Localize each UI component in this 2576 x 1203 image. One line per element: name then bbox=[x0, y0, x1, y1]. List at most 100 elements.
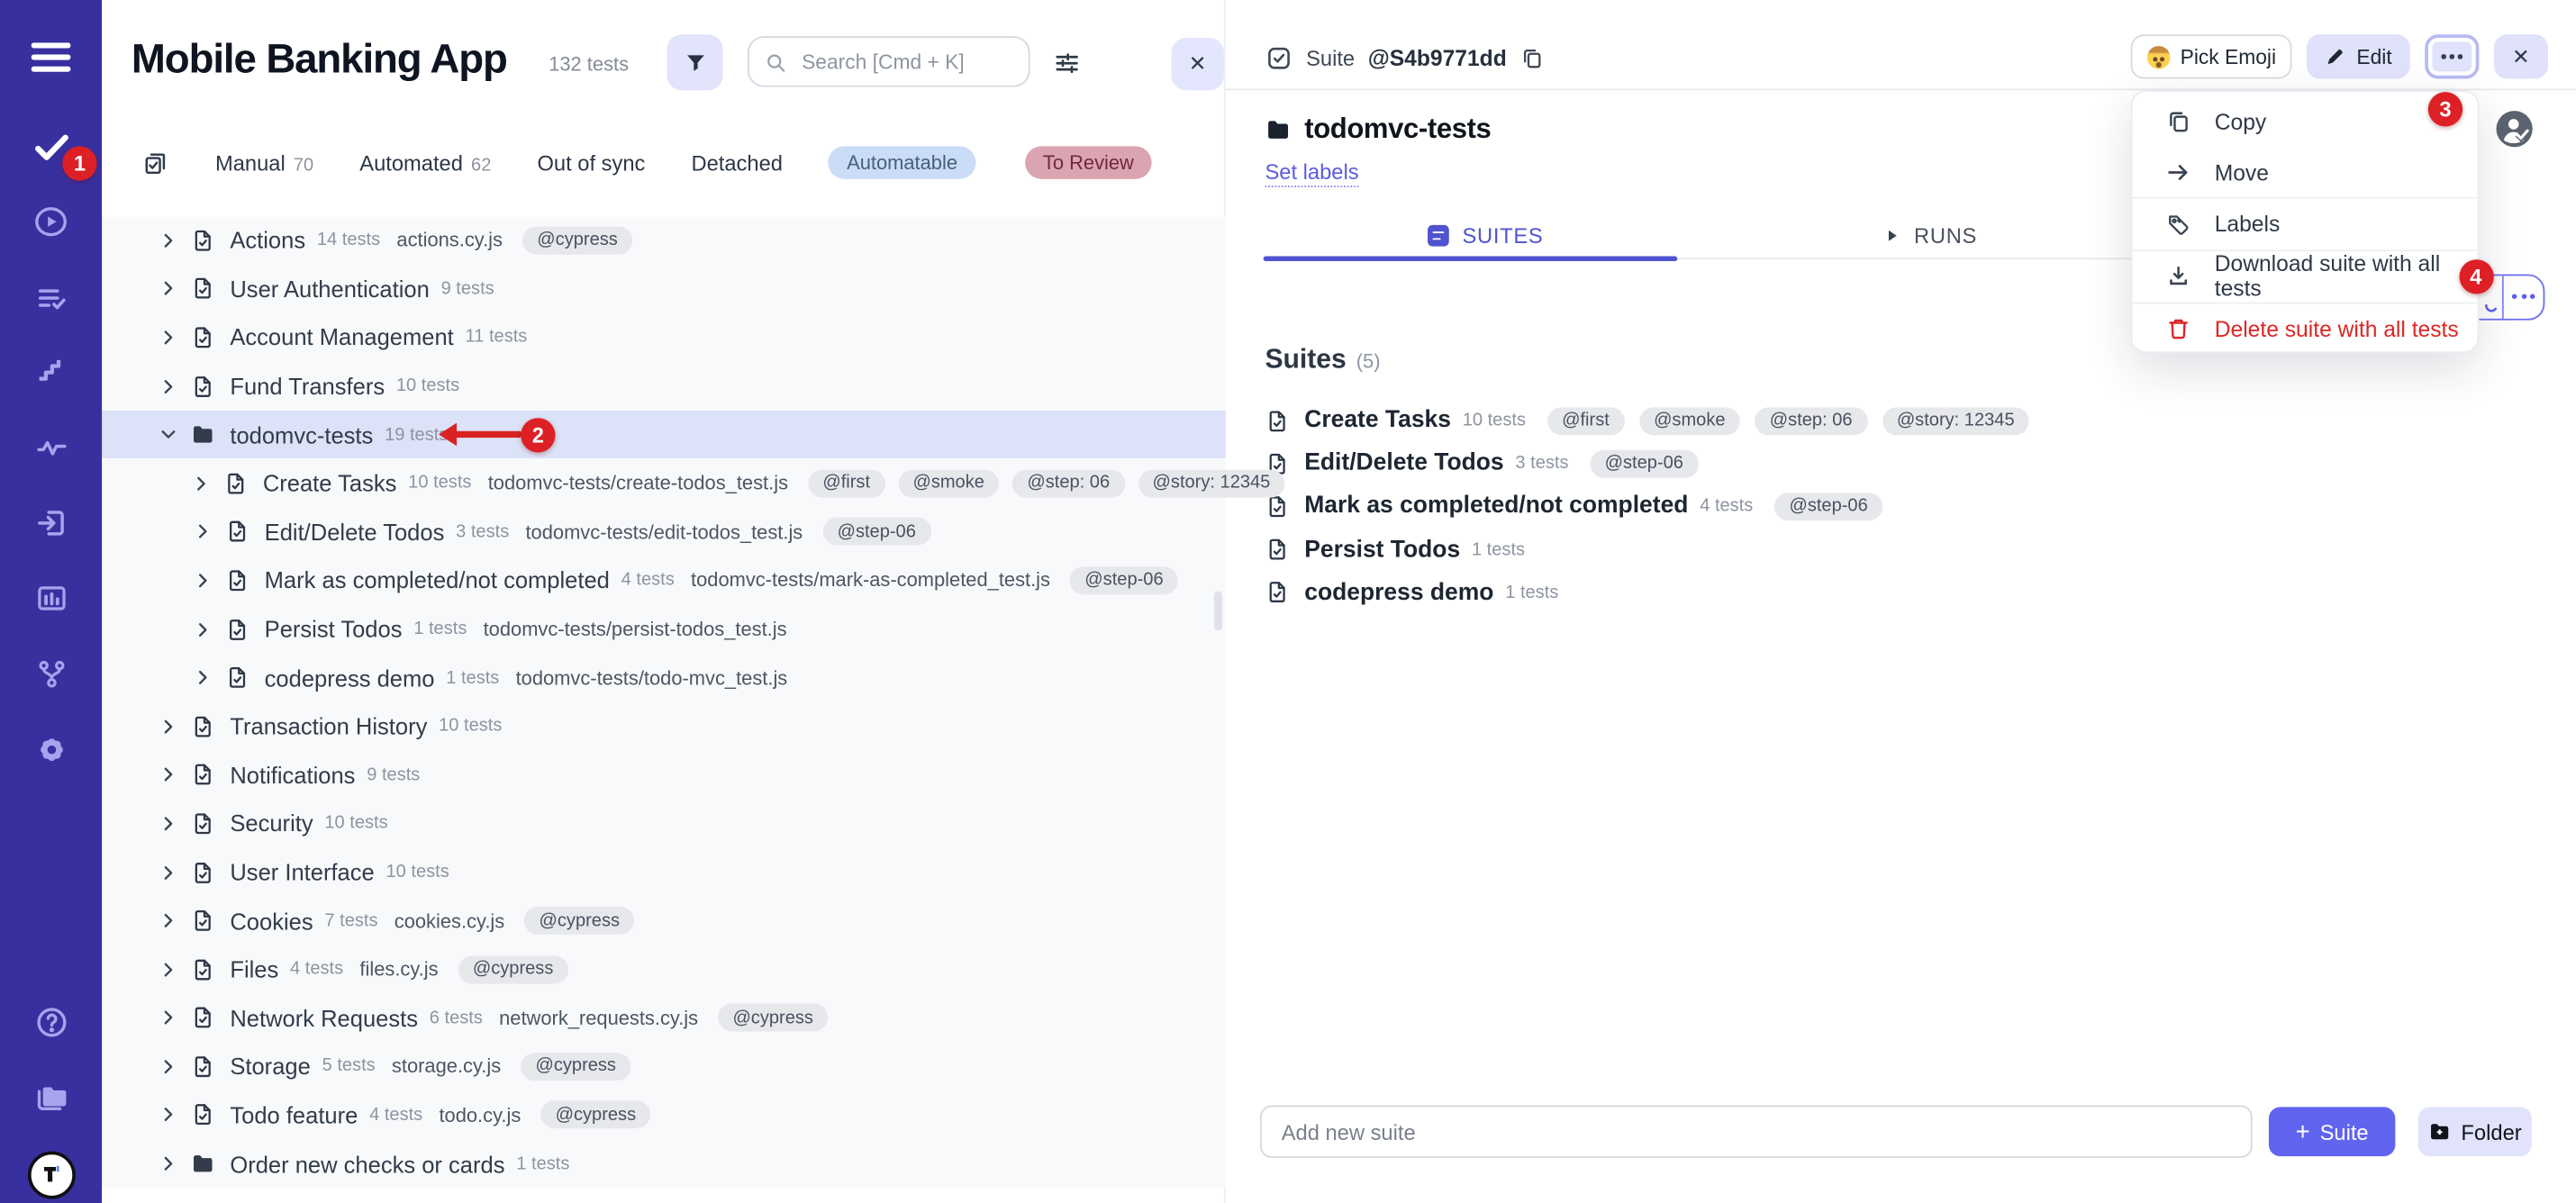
pick-emoji-button[interactable]: Pick Emoji bbox=[2131, 34, 2292, 78]
tag-pill[interactable]: @cypress bbox=[524, 907, 634, 935]
tag-pill[interactable]: @cypress bbox=[718, 1004, 828, 1032]
more-options-button[interactable] bbox=[2425, 34, 2479, 78]
tree-row-todomvc-tests[interactable]: todomvc-tests19 tests2 bbox=[102, 411, 1226, 459]
chevron-right-icon[interactable] bbox=[158, 1154, 177, 1172]
suite-row-edit-delete-todos[interactable]: Edit/Delete Todos3 tests@step-06 bbox=[1265, 442, 2316, 485]
rail-settings-gear-icon[interactable] bbox=[0, 724, 102, 773]
rail-reports-chart-icon[interactable] bbox=[0, 574, 102, 623]
tag-pill[interactable]: @step: 06 bbox=[1012, 469, 1125, 497]
menu-item-labels[interactable]: Labels bbox=[2133, 199, 2478, 249]
close-panel-button[interactable]: ✕ bbox=[1171, 38, 1223, 90]
filter-tab-out-of-sync[interactable]: Out of sync bbox=[537, 150, 645, 175]
filter-tab-automated[interactable]: Automated62 bbox=[359, 150, 491, 175]
chevron-right-icon[interactable] bbox=[158, 1057, 177, 1075]
tag-pill[interactable]: @story: 12345 bbox=[1138, 469, 1285, 497]
tag-pill[interactable]: @smoke bbox=[898, 469, 999, 497]
search-box[interactable] bbox=[748, 36, 1030, 87]
filter-pill-to-review[interactable]: To Review bbox=[1025, 146, 1152, 178]
tag-pill[interactable]: @cypress bbox=[522, 226, 632, 254]
suite-row-mark-as-completed-not-completed[interactable]: Mark as completed/not completed4 tests@s… bbox=[1265, 485, 2316, 529]
filter-tab-detached[interactable]: Detached bbox=[691, 150, 783, 175]
tree-row-user-authentication[interactable]: User Authentication9 tests bbox=[102, 265, 1226, 313]
tag-pill[interactable]: @step-06 bbox=[1774, 493, 1882, 520]
tree-row-security[interactable]: Security10 tests bbox=[102, 800, 1226, 848]
add-suite-input[interactable] bbox=[1260, 1106, 2253, 1158]
toolbar-ellipsis-segment[interactable] bbox=[2504, 276, 2544, 318]
chevron-right-icon[interactable] bbox=[158, 329, 177, 347]
suite-row-persist-todos[interactable]: Persist Todos1 tests bbox=[1265, 529, 2316, 572]
user-avatar[interactable] bbox=[2496, 110, 2534, 148]
chevron-right-icon[interactable] bbox=[192, 523, 212, 541]
chevron-right-icon[interactable] bbox=[158, 960, 177, 978]
search-input[interactable] bbox=[798, 49, 1013, 75]
tag-pill[interactable]: @smoke bbox=[1639, 407, 1740, 435]
rail-milestones-stairs-icon[interactable] bbox=[0, 347, 102, 396]
view-settings-button[interactable] bbox=[1041, 38, 1091, 87]
tree-row-cookies[interactable]: Cookies7 testscookies.cy.js@cypress bbox=[102, 897, 1226, 945]
tree-row-order-new-checks-or-cards[interactable]: Order new checks or cards1 tests bbox=[102, 1139, 1226, 1188]
tree-scrollbar[interactable] bbox=[1214, 592, 1221, 631]
rail-analytics-pulse-icon[interactable] bbox=[0, 422, 102, 472]
rail-menu-icon[interactable] bbox=[0, 32, 102, 82]
tree-row-edit-delete-todos[interactable]: Edit/Delete Todos3 teststodomvc-tests/ed… bbox=[102, 508, 1226, 556]
rail-import-icon[interactable] bbox=[0, 498, 102, 547]
tree-row-create-tasks[interactable]: Create Tasks10 teststodomvc-tests/create… bbox=[102, 459, 1226, 508]
chevron-right-icon[interactable] bbox=[158, 912, 177, 930]
tag-pill[interactable]: @cypress bbox=[521, 1053, 630, 1081]
tag-pill[interactable]: @step-06 bbox=[1070, 566, 1178, 594]
tag-pill[interactable]: @first bbox=[1547, 407, 1625, 435]
tree-row-mark-as-completed-not-completed[interactable]: Mark as completed/not completed4 teststo… bbox=[102, 556, 1226, 605]
menu-item-copy[interactable]: Copy bbox=[2133, 97, 2478, 148]
chevron-right-icon[interactable] bbox=[158, 1009, 177, 1027]
tag-pill[interactable]: @first bbox=[808, 469, 885, 497]
tree-row-codepress-demo[interactable]: codepress demo1 teststodomvc-tests/todo-… bbox=[102, 654, 1226, 702]
chevron-right-icon[interactable] bbox=[158, 766, 177, 784]
tag-pill[interactable]: @story: 12345 bbox=[1882, 407, 2029, 435]
chevron-right-icon[interactable] bbox=[158, 718, 177, 736]
tree-row-todo-feature[interactable]: Todo feature4 teststodo.cy.js@cypress bbox=[102, 1090, 1226, 1139]
tree-row-notifications[interactable]: Notifications9 tests bbox=[102, 751, 1226, 800]
tag-pill[interactable]: @cypress bbox=[540, 1101, 650, 1129]
chevron-right-icon[interactable] bbox=[192, 669, 212, 687]
chevron-right-icon[interactable] bbox=[158, 280, 177, 298]
set-labels-link[interactable]: Set labels bbox=[1265, 159, 1358, 187]
chevron-right-icon[interactable] bbox=[158, 1106, 177, 1124]
rail-plans-list-check-icon[interactable] bbox=[0, 273, 102, 322]
rail-projects-folders-icon[interactable] bbox=[0, 1072, 102, 1122]
tab-runs[interactable]: RUNS bbox=[1708, 213, 2152, 258]
filter-pill-automatable[interactable]: Automatable bbox=[829, 146, 975, 178]
chevron-right-icon[interactable] bbox=[192, 475, 210, 493]
tree-row-network-requests[interactable]: Network Requests6 testsnetwork_requests.… bbox=[102, 994, 1226, 1043]
tree-row-actions[interactable]: Actions14 testsactions.cy.js@cypress bbox=[102, 216, 1226, 265]
tab-suites[interactable]: SUITES bbox=[1264, 213, 1708, 258]
edit-button[interactable]: Edit bbox=[2308, 34, 2410, 78]
rail-app-logo[interactable] bbox=[0, 1150, 102, 1199]
tag-pill[interactable]: @cypress bbox=[458, 955, 567, 983]
suite-row-create-tasks[interactable]: Create Tasks10 tests@first@smoke@step: 0… bbox=[1265, 399, 2316, 442]
chevron-right-icon[interactable] bbox=[192, 572, 212, 590]
close-detail-button[interactable]: ✕ bbox=[2494, 34, 2548, 78]
chevron-right-icon[interactable] bbox=[158, 377, 177, 395]
tree-row-account-management[interactable]: Account Management11 tests bbox=[102, 313, 1226, 362]
menu-item-delete-suite-with-all-tests[interactable]: Delete suite with all tests bbox=[2133, 303, 2478, 354]
filter-tab-manual[interactable]: Manual70 bbox=[215, 150, 313, 175]
add-suite-button[interactable]: + Suite bbox=[2269, 1107, 2395, 1156]
rail-branch-icon[interactable] bbox=[0, 648, 102, 698]
chevron-down-icon[interactable] bbox=[158, 426, 177, 444]
menu-item-download-suite-with-all-tests[interactable]: Download suite with all tests bbox=[2133, 251, 2478, 302]
tree-row-fund-transfers[interactable]: Fund Transfers10 tests bbox=[102, 362, 1226, 411]
chevron-right-icon[interactable] bbox=[158, 815, 177, 833]
chevron-right-icon[interactable] bbox=[158, 231, 177, 249]
copy-id-icon[interactable] bbox=[1519, 46, 1544, 70]
tag-pill[interactable]: @step-06 bbox=[822, 518, 930, 546]
add-folder-button[interactable]: Folder bbox=[2418, 1107, 2532, 1156]
suite-row-codepress-demo[interactable]: codepress demo1 tests bbox=[1265, 571, 2316, 614]
filter-button[interactable] bbox=[667, 34, 723, 90]
menu-item-move[interactable]: Move bbox=[2133, 148, 2478, 198]
tree-row-storage[interactable]: Storage5 testsstorage.cy.js@cypress bbox=[102, 1042, 1226, 1090]
rail-runs-play-icon[interactable] bbox=[0, 197, 102, 247]
tree-row-user-interface[interactable]: User Interface10 tests bbox=[102, 848, 1226, 897]
tag-pill[interactable]: @step-06 bbox=[1590, 449, 1698, 477]
tag-pill[interactable]: @step: 06 bbox=[1755, 407, 1867, 435]
tree-row-persist-todos[interactable]: Persist Todos1 teststodomvc-tests/persis… bbox=[102, 605, 1226, 654]
